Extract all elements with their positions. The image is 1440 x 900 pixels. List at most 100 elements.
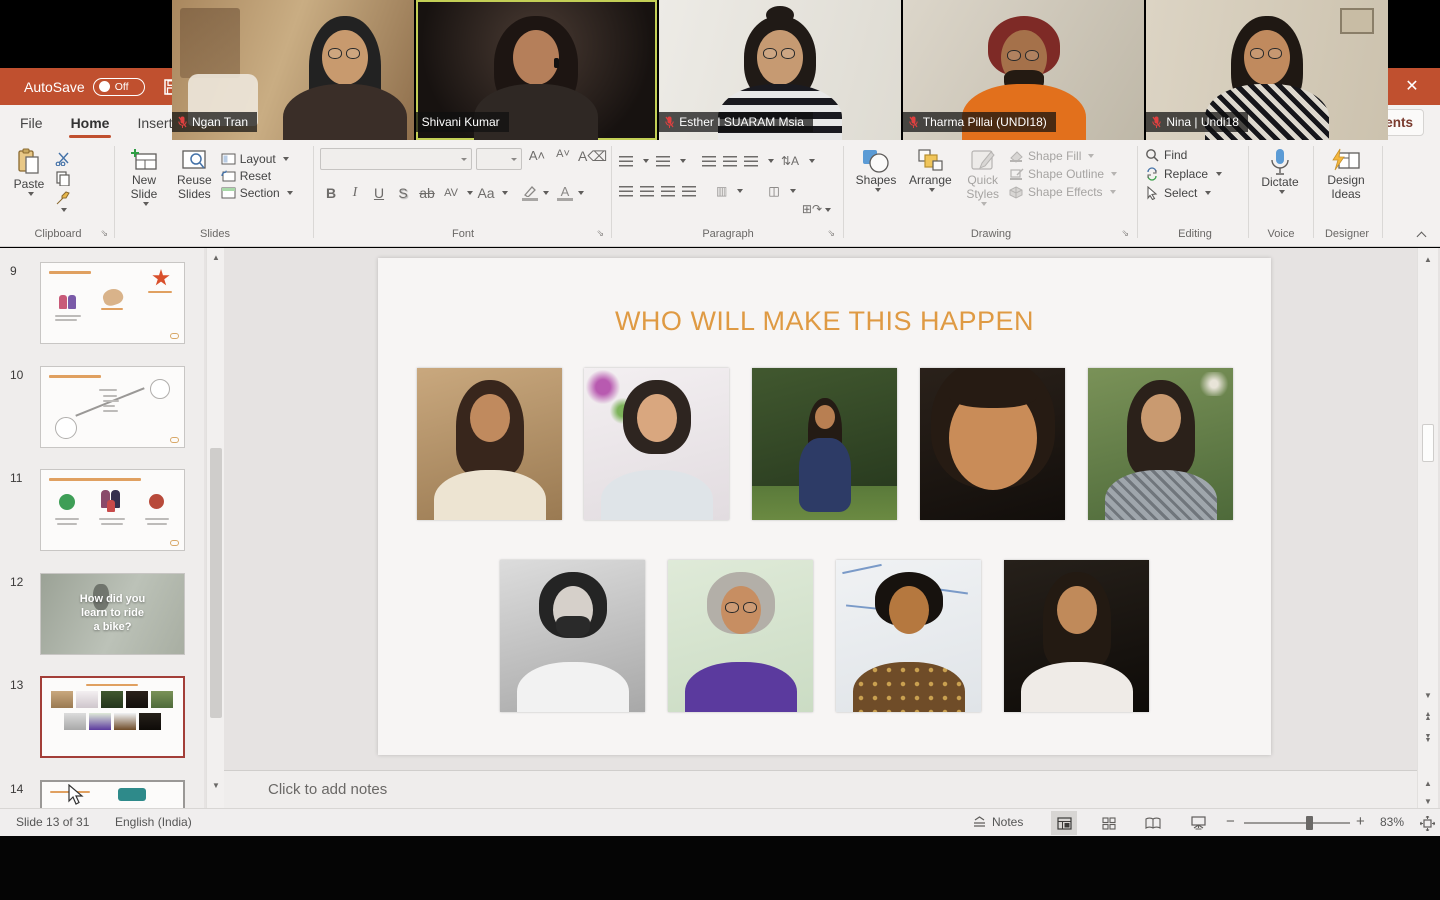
slide-indicator[interactable]: Slide 13 of 31 — [16, 815, 89, 829]
highlight-color-button[interactable] — [522, 185, 538, 201]
previous-slide-button[interactable]: ▲▲ — [1421, 710, 1435, 724]
video-tile-esther[interactable]: Esther I SUARAM Msia — [659, 0, 901, 140]
normal-view-button[interactable] — [1051, 811, 1077, 835]
decrease-indent-button[interactable] — [702, 156, 716, 167]
notes-scroll-down-icon[interactable]: ▼ — [1421, 794, 1435, 808]
zoom-out-button[interactable]: − — [1226, 813, 1235, 830]
font-size-combo[interactable] — [476, 148, 522, 170]
drawing-dialog-launcher[interactable]: ⇘ — [1121, 228, 1129, 239]
font-name-combo[interactable] — [320, 148, 472, 170]
design-ideas-label: Design Ideas — [1316, 174, 1376, 202]
autosave-toggle[interactable]: Off — [93, 78, 145, 96]
notes-pane[interactable]: Click to add notes — [224, 770, 1417, 808]
character-spacing-button[interactable]: AV — [440, 187, 462, 199]
zoom-slider-track[interactable] — [1244, 822, 1350, 824]
notes-placeholder[interactable]: Click to add notes — [268, 781, 387, 798]
reset-button[interactable]: Reset — [221, 169, 293, 183]
paste-button[interactable]: Paste — [6, 144, 52, 222]
shape-outline-button[interactable]: Shape Outline — [1009, 167, 1117, 181]
clear-formatting-button[interactable]: A⌫ — [578, 148, 600, 170]
shape-effects-button[interactable]: Shape Effects — [1009, 185, 1117, 199]
tab-home[interactable]: Home — [57, 105, 124, 140]
shape-fill-button[interactable]: Shape Fill — [1009, 149, 1117, 163]
justify-button[interactable] — [682, 186, 696, 197]
clipboard-dialog-launcher[interactable]: ⇘ — [100, 228, 108, 239]
participant-name: Ngan Tran — [192, 115, 248, 129]
align-right-button[interactable] — [661, 186, 675, 197]
video-tile-nina[interactable]: Nina | Undi18 — [1146, 0, 1388, 140]
design-ideas-button[interactable]: Design Ideas — [1316, 144, 1376, 222]
dictate-button[interactable]: Dictate — [1252, 144, 1308, 222]
language-indicator[interactable]: English (India) — [115, 815, 192, 829]
font-dialog-launcher[interactable]: ⇘ — [596, 228, 604, 239]
align-left-button[interactable] — [619, 186, 633, 197]
text-direction-button[interactable]: ⇅A — [781, 154, 799, 168]
slide-area-scrollbar[interactable]: ▲ ▼ ▲▲ ▼▼ ▲ ▼ — [1417, 248, 1438, 808]
bullets-button[interactable] — [619, 156, 633, 167]
copy-button[interactable] — [55, 171, 71, 186]
tab-file[interactable]: File — [6, 105, 57, 140]
arrange-button[interactable]: Arrange — [904, 144, 956, 222]
layout-button[interactable]: Layout — [221, 152, 293, 166]
fit-slide-to-window-button[interactable] — [1414, 811, 1440, 835]
reuse-slides-button[interactable]: Reuse Slides — [171, 144, 217, 222]
format-painter-button[interactable] — [55, 191, 71, 206]
shapes-chevron-icon — [875, 188, 881, 192]
text-shadow-button[interactable]: S — [392, 185, 414, 201]
change-case-button[interactable]: Aa — [475, 185, 497, 201]
find-button[interactable]: Find — [1145, 148, 1245, 162]
smartart-button[interactable]: ⊞↷ — [802, 202, 831, 216]
paragraph-dialog-launcher[interactable]: ⇘ — [827, 228, 835, 239]
increase-font-size-button[interactable]: A˄ — [526, 148, 548, 170]
columns-button[interactable]: ▥ — [716, 184, 727, 198]
slide-canvas[interactable]: WHO WILL MAKE THIS HAPPEN — [378, 258, 1271, 755]
scroll-down-icon[interactable]: ▼ — [209, 778, 223, 792]
scroll-down-icon[interactable]: ▼ — [1421, 688, 1435, 702]
reading-view-button[interactable] — [1140, 811, 1166, 835]
video-tile-shivani-kumar[interactable]: Shivani Kumar — [416, 0, 658, 140]
shapes-label: Shapes — [856, 174, 897, 188]
scrollbar-thumb[interactable] — [210, 448, 222, 718]
font-color-button[interactable]: A — [557, 186, 573, 201]
align-center-button[interactable] — [640, 186, 654, 197]
scroll-up-icon[interactable]: ▲ — [209, 250, 223, 264]
close-window-button[interactable]: ✕ — [1394, 71, 1430, 101]
zoom-in-button[interactable]: + — [1356, 813, 1365, 830]
slideshow-view-button[interactable] — [1185, 811, 1211, 835]
line-spacing-button[interactable] — [744, 156, 758, 167]
select-icon — [1145, 186, 1159, 200]
align-text-button[interactable]: ◫ — [768, 184, 779, 198]
zoom-level[interactable]: 83% — [1380, 815, 1404, 829]
increase-indent-button[interactable] — [723, 156, 737, 167]
select-button[interactable]: Select — [1145, 186, 1245, 200]
paste-chevron-icon — [28, 192, 34, 196]
shapes-button[interactable]: Shapes — [851, 144, 901, 222]
italic-button[interactable]: I — [344, 185, 366, 201]
numbering-button[interactable] — [656, 156, 670, 167]
scroll-up-icon[interactable]: ▲ — [1421, 252, 1435, 266]
strikethrough-button[interactable]: ab — [416, 185, 438, 201]
thumbnail-scrollbar[interactable]: ▲ ▼ — [206, 248, 224, 808]
new-slide-button[interactable]: New Slide — [120, 144, 168, 222]
bold-button[interactable]: B — [320, 185, 342, 201]
quick-styles-button[interactable]: Quick Styles — [960, 144, 1006, 222]
collapse-ribbon-button[interactable] — [1418, 230, 1428, 240]
underline-button[interactable]: U — [368, 185, 390, 201]
group-font: A˄ A˅ A⌫ B I U S ab AV Aa A — [320, 144, 606, 240]
decrease-font-size-button[interactable]: A˅ — [552, 148, 574, 170]
copy-chevron-icon[interactable] — [61, 208, 67, 212]
cut-button[interactable] — [55, 152, 71, 166]
replace-button[interactable]: Replace — [1145, 167, 1245, 181]
video-tile-ngan-tran[interactable]: Ngan Tran — [172, 0, 414, 140]
section-button[interactable]: Section — [221, 186, 293, 200]
reuse-slides-icon — [180, 148, 208, 174]
zoom-slider-thumb[interactable] — [1306, 816, 1313, 830]
notes-toggle-button[interactable]: Notes — [972, 815, 1023, 829]
autosave-control[interactable]: AutoSave Off — [24, 78, 145, 96]
thumbnail-art — [40, 469, 185, 551]
video-tile-tharma-pillai[interactable]: Tharma Pillai (UNDI18) — [903, 0, 1145, 140]
next-slide-button[interactable]: ▼▼ — [1421, 732, 1435, 746]
slide-sorter-view-button[interactable] — [1096, 811, 1122, 835]
scrollbar-thumb[interactable] — [1422, 424, 1434, 462]
notes-scroll-up-icon[interactable]: ▲ — [1421, 776, 1435, 790]
